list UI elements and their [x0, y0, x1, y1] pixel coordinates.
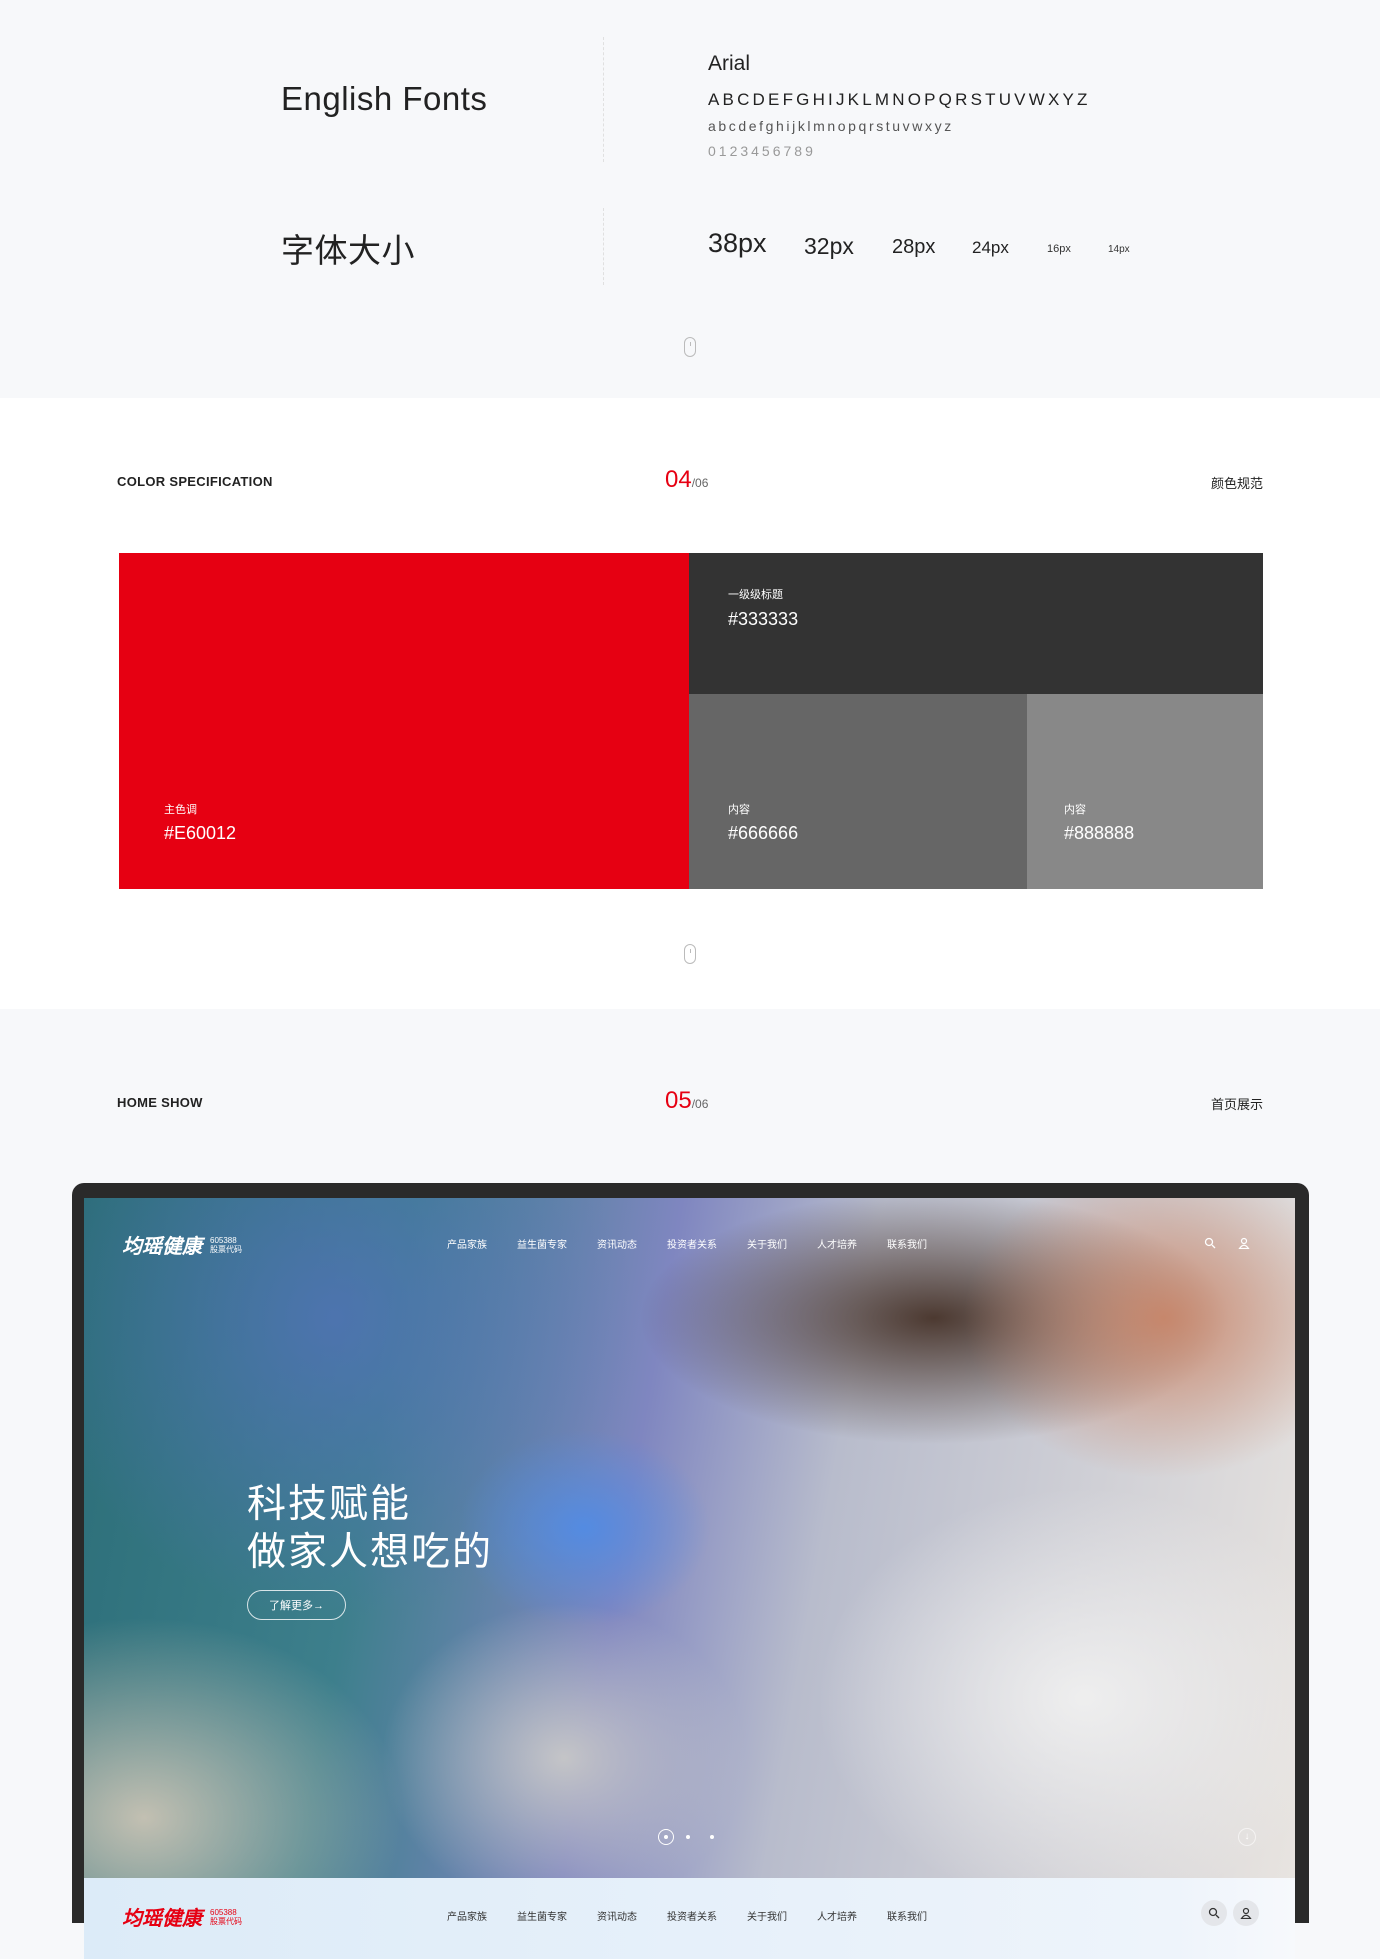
menu-item[interactable]: 人才培养 — [817, 1236, 857, 1251]
search-icon[interactable] — [1199, 1232, 1221, 1254]
menu-item[interactable]: 产品家族 — [447, 1236, 487, 1251]
swatch-primary: 主色调 #E60012 — [119, 553, 689, 889]
font-section: English Fonts Arial ABCDEFGHIJKLMNOPQRST… — [0, 0, 1380, 398]
menu-item[interactable]: 关于我们 — [747, 1908, 787, 1923]
size-14: 14px — [1108, 244, 1130, 255]
lowercase-sample: abcdefghijklmnopqrstuvwxyz — [708, 118, 954, 134]
logo[interactable]: 均瑶健康 605388 股票代码 — [122, 1902, 242, 1931]
size-24: 24px — [972, 238, 1009, 257]
search-icon[interactable] — [1201, 1900, 1227, 1926]
divider — [603, 208, 604, 285]
learn-more-button[interactable]: 了解更多→ — [247, 1590, 346, 1620]
swatch-heading: 一级级标题 #333333 — [689, 553, 1263, 694]
size-28: 28px — [892, 236, 936, 258]
menu-item[interactable]: 投资者关系 — [667, 1236, 717, 1251]
swatch-content-light: 内容 #888888 — [1027, 694, 1263, 889]
menu-item[interactable]: 资讯动态 — [597, 1908, 637, 1923]
carousel-dot[interactable] — [710, 1835, 714, 1839]
menu-item[interactable]: 联系我们 — [887, 1908, 927, 1923]
carousel-dot[interactable] — [686, 1835, 690, 1839]
top-nav: 均瑶健康 605388 股票代码 产品家族 益生菌专家 资讯动态 投资者关系 关于… — [84, 1228, 1295, 1258]
size-16: 16px — [1047, 243, 1071, 255]
english-fonts-title: English Fonts — [281, 80, 488, 117]
section-title-cn: 首页展示 — [1210, 1097, 1263, 1112]
hero-title-line2: 做家人想吃的 — [247, 1530, 494, 1575]
mouse-scroll-icon — [684, 337, 696, 357]
menu-item[interactable]: 人才培养 — [817, 1908, 857, 1923]
menu-item[interactable]: 联系我们 — [887, 1236, 927, 1251]
menu-item[interactable]: 产品家族 — [447, 1908, 487, 1923]
main-menu: 产品家族 益生菌专家 资讯动态 投资者关系 关于我们 人才培养 联系我们 — [447, 1908, 957, 1923]
font-name: Arial — [708, 52, 751, 75]
size-38: 38px — [708, 228, 767, 258]
carousel-dot-active[interactable] — [658, 1829, 674, 1845]
main-menu: 产品家族 益生菌专家 资讯动态 投资者关系 关于我们 人才培养 联系我们 — [447, 1236, 957, 1251]
section-title-cn: 颜色规范 — [1210, 476, 1263, 491]
digits-sample: 0123456789 — [708, 143, 816, 159]
menu-item[interactable]: 益生菌专家 — [517, 1236, 567, 1251]
mouse-scroll-icon — [684, 944, 696, 964]
swatch-content: 内容 #666666 — [689, 694, 1027, 889]
logo[interactable]: 均瑶健康 605388 股票代码 — [122, 1230, 242, 1259]
size-32: 32px — [804, 233, 854, 259]
section-label: HOME SHOW — [117, 1095, 203, 1110]
font-size-title: 字体大小 — [281, 232, 415, 269]
uppercase-sample: ABCDEFGHIJKLMNOPQRSTUVWXYZ — [708, 90, 1091, 109]
user-icon[interactable] — [1233, 1900, 1259, 1926]
menu-item[interactable]: 资讯动态 — [597, 1236, 637, 1251]
menu-item[interactable]: 益生菌专家 — [517, 1908, 567, 1923]
menu-item[interactable]: 投资者关系 — [667, 1908, 717, 1923]
homepage-hero: 均瑶健康 605388 股票代码 产品家族 益生菌专家 资讯动态 投资者关系 关于… — [84, 1198, 1295, 1878]
section-label: COLOR SPECIFICATION — [117, 474, 273, 489]
section-number: 04/06 — [665, 466, 709, 493]
divider — [603, 37, 604, 162]
color-section: COLOR SPECIFICATION 04/06 颜色规范 主色调 #E600… — [0, 398, 1380, 1009]
menu-item[interactable]: 关于我们 — [747, 1236, 787, 1251]
sticky-nav: 均瑶健康 605388 股票代码 产品家族 益生菌专家 资讯动态 投资者关系 关于… — [84, 1878, 1295, 1959]
scroll-down-icon[interactable]: ↓ — [1238, 1828, 1256, 1846]
section-number: 05/06 — [665, 1087, 709, 1114]
user-icon[interactable] — [1233, 1232, 1255, 1254]
